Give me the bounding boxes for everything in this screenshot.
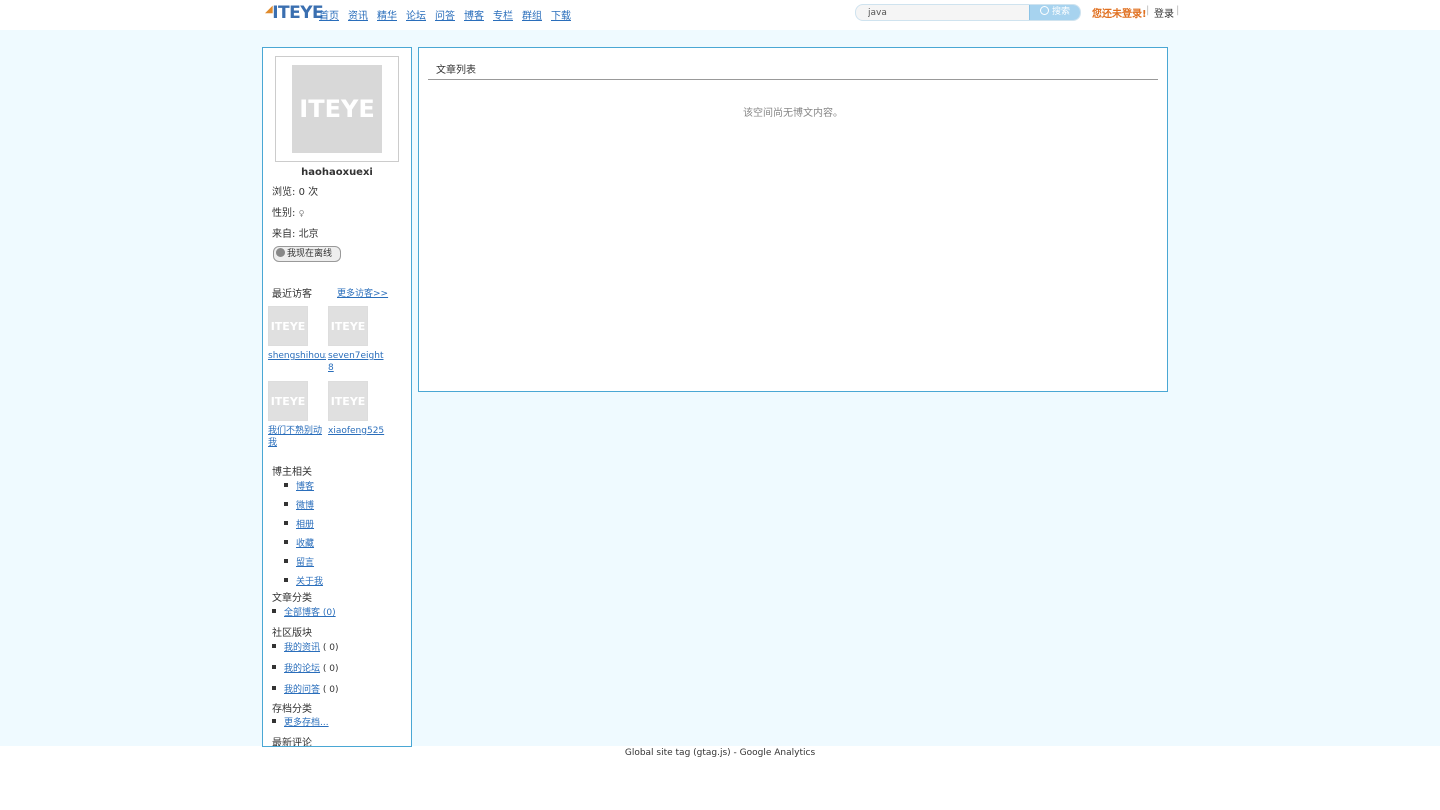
search-icon: [1039, 6, 1049, 15]
blogger-link-about[interactable]: 关于我: [296, 577, 323, 587]
views-info: 浏览: 0 次: [272, 183, 318, 198]
not-logged-in-text: 您还未登录!: [1092, 9, 1147, 20]
visitor-avatar[interactable]: ITEYE: [328, 306, 368, 346]
community-news-count: ( 0): [322, 643, 339, 653]
community-forum-link[interactable]: 我的论坛: [284, 664, 320, 674]
archive-more-link[interactable]: 更多存档...: [284, 718, 329, 728]
title-divider: [428, 79, 1158, 80]
footer-text: Global site tag (gtag.js) - Google Analy…: [624, 748, 816, 758]
location-info: 来自: 北京: [272, 225, 319, 240]
community-section-title: 社区版块: [272, 628, 312, 639]
list-item: 收藏: [284, 536, 323, 555]
search-box: 搜索: [855, 4, 1081, 21]
blogger-links-list: 博客 微博 相册 收藏 留言 关于我: [284, 479, 323, 593]
header-separator: |: [1176, 5, 1180, 16]
archive-section-title: 存档分类: [272, 704, 312, 715]
nav-groups[interactable]: 群组: [522, 7, 542, 22]
category-section-title: 文章分类: [272, 593, 312, 604]
blogger-link-messages[interactable]: 留言: [296, 558, 314, 568]
nav-qa[interactable]: 问答: [435, 7, 455, 22]
location-value: 北京: [298, 229, 319, 240]
community-qa-link[interactable]: 我的问答: [284, 685, 320, 695]
community-qa-count: ( 0): [322, 685, 339, 695]
female-icon: ♀: [298, 209, 305, 218]
more-visitors-link[interactable]: 更多访客>>: [337, 286, 388, 299]
nav-news[interactable]: 资讯: [348, 7, 368, 22]
search-input[interactable]: [862, 5, 1034, 20]
nav-home[interactable]: 首页: [319, 7, 339, 22]
list-item: 博客: [284, 479, 323, 498]
blogger-link-favorites[interactable]: 收藏: [296, 539, 314, 549]
username: haohaoxuexi: [301, 167, 373, 178]
visitor-avatar-logo: ITEYE: [330, 394, 366, 408]
latest-comments-title: 最新评论: [272, 738, 312, 747]
login-link[interactable]: 登录: [1154, 5, 1174, 20]
recent-visitors-title: 最近访客: [272, 289, 312, 300]
community-list: 我的资讯 ( 0) 我的论坛 ( 0) 我的问答 ( 0): [272, 640, 339, 703]
blogger-link-blog[interactable]: 博客: [296, 482, 314, 492]
iteye-logo[interactable]: ◢ITEYE: [265, 3, 324, 23]
visitor-avatar-logo: ITEYE: [270, 319, 306, 333]
list-item: 更多存档...: [272, 715, 329, 734]
header-separator: |: [1146, 5, 1150, 16]
visitor-avatar-logo: ITEYE: [270, 394, 306, 408]
list-item: 微博: [284, 498, 323, 517]
nav-forum[interactable]: 论坛: [406, 7, 426, 22]
category-all-link[interactable]: 全部博客 (0): [284, 608, 336, 618]
nav-column[interactable]: 专栏: [493, 7, 513, 22]
list-item: 相册: [284, 517, 323, 536]
views-label: 浏览:: [272, 187, 299, 198]
list-item: 全部博客 (0): [272, 605, 336, 624]
visitor-name[interactable]: seven7eight8: [328, 350, 386, 374]
visitor-avatar[interactable]: ITEYE: [328, 381, 368, 421]
list-item: 留言: [284, 555, 323, 574]
offline-status-badge: 我现在离线: [273, 246, 341, 262]
views-unit: 次: [304, 187, 319, 198]
visitor-avatar-logo: ITEYE: [330, 319, 366, 333]
location-label: 来自:: [272, 229, 299, 240]
panel-title: 文章列表: [436, 65, 476, 76]
visitor-avatar[interactable]: ITEYE: [268, 306, 308, 346]
community-forum-count: ( 0): [322, 664, 339, 674]
visitor-name[interactable]: xiaofeng525: [328, 425, 386, 437]
search-button[interactable]: 搜索: [1029, 5, 1080, 20]
list-item: 我的论坛 ( 0): [272, 661, 339, 682]
visitor-item: ITEYE shengshihouzhe: [268, 306, 326, 362]
avatar-logo-text: ITEYE: [299, 95, 375, 123]
blogger-link-weibo[interactable]: 微博: [296, 501, 314, 511]
blogger-section-title: 博主相关: [272, 467, 312, 478]
gender-info: 性别: ♀: [272, 204, 304, 219]
visitor-item: ITEYE xiaofeng525: [328, 381, 386, 437]
community-news-link[interactable]: 我的资讯: [284, 643, 320, 653]
blogger-link-album[interactable]: 相册: [296, 520, 314, 530]
search-button-label: 搜索: [1051, 7, 1070, 17]
visitor-avatar[interactable]: ITEYE: [268, 381, 308, 421]
status-text: 我现在离线: [287, 249, 333, 259]
sidebar: ITEYE haohaoxuexi 浏览: 0 次 性别: ♀ 来自: 北京 我…: [262, 47, 412, 747]
nav-featured[interactable]: 精华: [377, 7, 397, 22]
archive-list: 更多存档...: [272, 715, 329, 734]
gender-label: 性别:: [272, 208, 299, 219]
status-icon: [276, 248, 285, 257]
empty-state-message: 该空间尚无博文内容。: [743, 108, 843, 119]
list-item: 我的资讯 ( 0): [272, 640, 339, 661]
visitor-name[interactable]: shengshihouzhe: [268, 350, 326, 362]
nav-blog[interactable]: 博客: [464, 7, 484, 22]
visitor-item: ITEYE seven7eight8: [328, 306, 386, 374]
avatar-frame: ITEYE: [275, 56, 399, 162]
category-list: 全部博客 (0): [272, 605, 336, 624]
main-nav: 首页 资讯 精华 论坛 问答 博客 专栏 群组 下载: [319, 7, 580, 22]
article-list-panel: 文章列表 该空间尚无博文内容。: [418, 47, 1168, 392]
top-bar: ◢ITEYE 首页 资讯 精华 论坛 问答 博客 专栏 群组 下载 搜索 您还未…: [0, 0, 1440, 30]
visitor-name[interactable]: 我们不熟别动我: [268, 425, 326, 449]
visitor-item: ITEYE 我们不熟别动我: [268, 381, 326, 449]
avatar[interactable]: ITEYE: [292, 65, 382, 153]
nav-download[interactable]: 下载: [551, 7, 571, 22]
